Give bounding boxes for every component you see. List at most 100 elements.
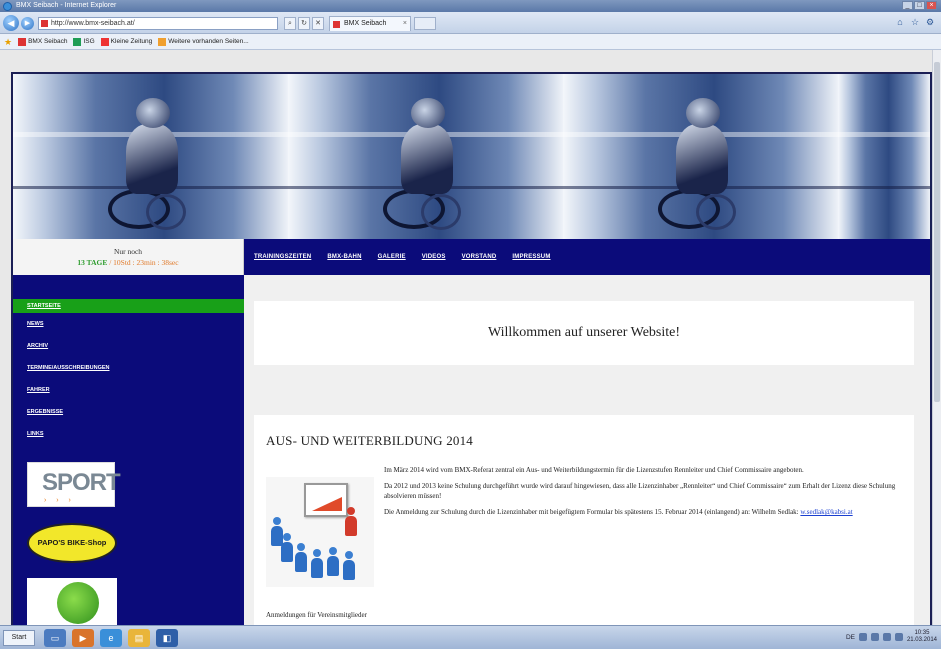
nav-link-videos[interactable]: VIDEOS bbox=[422, 254, 446, 260]
presenter-icon bbox=[344, 507, 358, 537]
nav-link-impressum[interactable]: IMPRESSUM bbox=[512, 254, 550, 260]
address-bar[interactable]: http://www.bmx-seibach.at/ bbox=[38, 17, 278, 30]
media-player-icon[interactable]: ▶ bbox=[72, 629, 94, 647]
green-circle-logo-icon bbox=[57, 582, 99, 624]
favorite-item[interactable]: ISG bbox=[73, 34, 95, 50]
favorites-star-icon[interactable]: ★ bbox=[4, 34, 12, 50]
header-banner bbox=[13, 74, 930, 239]
tab-title: BMX Seibach bbox=[344, 20, 387, 27]
address-text: http://www.bmx-seibach.at/ bbox=[51, 20, 135, 27]
countdown-days: 13 TAGE bbox=[77, 258, 108, 267]
article-paragraph: Im März 2014 wird vom BMX-Referat zentra… bbox=[384, 466, 804, 474]
website-frame: Nur noch 13 TAGE / 10Std : 23min : 38sec… bbox=[11, 72, 932, 625]
window-titlebar: BMX Seibach - Internet Explorer _ □ × bbox=[0, 0, 941, 12]
main-content: Willkommen auf unserer Website! AUS- UND… bbox=[254, 283, 922, 625]
ie-logo-icon bbox=[3, 2, 12, 11]
scrollbar-thumb[interactable] bbox=[934, 62, 940, 402]
page-scrollbar[interactable] bbox=[932, 50, 941, 625]
favorite-icon bbox=[100, 37, 109, 46]
sidebar-item-links[interactable]: LINKS bbox=[13, 423, 244, 445]
browser-right-icons: ⌂ ☆ ⚙ bbox=[895, 17, 935, 27]
article-paragraph: Die Anmeldung zur Schulung durch die Liz… bbox=[384, 508, 853, 516]
tab-favicon-icon bbox=[333, 21, 340, 28]
top-navigation: TRAININGSZEITEN BMX-BAHN GALERIE VIDEOS … bbox=[244, 239, 930, 275]
banner-image bbox=[838, 74, 930, 239]
folder-icon[interactable]: ▤ bbox=[128, 629, 150, 647]
browser-navbar: ◀ ▶ http://www.bmx-seibach.at/ ⌕ ↻ ✕ BMX… bbox=[0, 12, 941, 34]
back-icon[interactable]: ◀ bbox=[3, 15, 19, 31]
sponsor-logo-green[interactable] bbox=[27, 578, 117, 625]
sponsor-logo-papos[interactable]: PAPO'S BIKE-Shop bbox=[27, 523, 117, 563]
article-body: Im März 2014 wird vom BMX-Referat zentra… bbox=[384, 465, 904, 523]
favorite-item[interactable]: Weitere vorhanden Seiten... bbox=[158, 34, 249, 50]
window-title: BMX Seibach - Internet Explorer bbox=[16, 2, 117, 9]
internet-explorer-icon[interactable]: e bbox=[100, 629, 122, 647]
welcome-heading: Willkommen auf unserer Website! bbox=[254, 301, 914, 365]
close-button[interactable]: × bbox=[926, 1, 937, 10]
sidebar: STARTSEITE NEWS ARCHIV TERMINE/AUSSCHREI… bbox=[13, 275, 244, 625]
gear-icon[interactable]: ⚙ bbox=[925, 17, 935, 27]
article-paragraph: Da 2012 und 2013 keine Schulung durchgef… bbox=[384, 482, 896, 500]
article-footer-text: Anmeldungen für Vereinsmitglieder bbox=[266, 611, 367, 619]
article-title: AUS- UND WEITERBILDUNG 2014 bbox=[266, 433, 474, 448]
audience-icon bbox=[326, 547, 340, 577]
nav-link-galerie[interactable]: GALERIE bbox=[378, 254, 406, 260]
sponsor-logo-sport[interactable]: SPORT › › › bbox=[27, 462, 121, 507]
star-icon[interactable]: ☆ bbox=[910, 17, 920, 27]
favorite-item[interactable]: BMX Seibach bbox=[18, 34, 67, 50]
language-indicator[interactable]: DE bbox=[846, 634, 855, 641]
volume-icon[interactable] bbox=[894, 633, 903, 641]
new-tab-button[interactable] bbox=[414, 17, 436, 30]
audience-icon bbox=[280, 533, 294, 563]
network-icon[interactable] bbox=[882, 633, 891, 641]
nav-link-trainingszeiten[interactable]: TRAININGSZEITEN bbox=[254, 254, 311, 260]
browser-tab[interactable]: BMX Seibach × bbox=[329, 16, 411, 31]
favorite-icon bbox=[73, 37, 82, 46]
show-desktop-icon[interactable]: ▭ bbox=[44, 629, 66, 647]
countdown-label: Nur noch bbox=[113, 247, 143, 256]
windows-taskbar: Start ▭ ▶ e ▤ ◧ DE 10:35 21.03.2014 bbox=[0, 625, 941, 649]
forward-icon[interactable]: ▶ bbox=[21, 17, 34, 30]
favorite-icon bbox=[18, 37, 27, 46]
news-article: AUS- UND WEITERBILDUNG 2014 Im März 2014… bbox=[254, 415, 914, 625]
audience-icon bbox=[342, 551, 356, 581]
page-viewport: Nur noch 13 TAGE / 10Std : 23min : 38sec… bbox=[0, 50, 941, 625]
address-tools: ⌕ ↻ ✕ bbox=[284, 17, 324, 30]
stop-icon[interactable]: ✕ bbox=[312, 17, 324, 30]
sidebar-item-news[interactable]: NEWS bbox=[13, 313, 244, 335]
favorite-item[interactable]: Kleine Zeitung bbox=[100, 34, 152, 50]
sidebar-item-fahrer[interactable]: FAHRER bbox=[13, 379, 244, 401]
nav-link-vorstand[interactable]: VORSTAND bbox=[462, 254, 497, 260]
tab-close-icon[interactable]: × bbox=[403, 17, 407, 31]
tray-icon[interactable] bbox=[858, 633, 867, 641]
email-link[interactable]: w.sedlak@kabsi.at bbox=[800, 508, 852, 516]
maximize-button[interactable]: □ bbox=[914, 1, 925, 10]
banner-image bbox=[288, 74, 563, 239]
sidebar-item-ergebnisse[interactable]: ERGEBNISSE bbox=[13, 401, 244, 423]
presentation-board-icon bbox=[304, 483, 348, 517]
clock[interactable]: 10:35 21.03.2014 bbox=[907, 630, 937, 644]
nav-link-bmx-bahn[interactable]: BMX-BAHN bbox=[327, 254, 361, 260]
favorite-icon bbox=[158, 37, 167, 46]
start-button[interactable]: Start bbox=[3, 630, 35, 646]
countdown-box: Nur noch 13 TAGE / 10Std : 23min : 38sec bbox=[13, 239, 244, 275]
banner-image bbox=[563, 74, 838, 239]
sidebar-item-termine[interactable]: TERMINE/AUSSCHREIBUNGEN bbox=[13, 357, 244, 379]
arrows-icon: › › › bbox=[44, 497, 75, 504]
minimize-button[interactable]: _ bbox=[902, 1, 913, 10]
tray-icon[interactable] bbox=[870, 633, 879, 641]
audience-icon bbox=[294, 543, 308, 573]
favorites-bar: ★ BMX Seibach ISG Kleine Zeitung Weitere… bbox=[0, 34, 941, 50]
countdown-time: / 10Std : 23min : 38sec bbox=[109, 258, 179, 267]
site-favicon-icon bbox=[41, 20, 48, 27]
sidebar-item-archiv[interactable]: ARCHIV bbox=[13, 335, 244, 357]
home-icon[interactable]: ⌂ bbox=[895, 17, 905, 27]
search-icon[interactable]: ⌕ bbox=[284, 17, 296, 30]
sidebar-item-startseite[interactable]: STARTSEITE bbox=[13, 299, 244, 313]
audience-icon bbox=[310, 549, 324, 579]
training-illustration bbox=[266, 477, 374, 587]
banner-image bbox=[13, 74, 288, 239]
refresh-icon[interactable]: ↻ bbox=[298, 17, 310, 30]
app-icon[interactable]: ◧ bbox=[156, 629, 178, 647]
system-tray: DE 10:35 21.03.2014 bbox=[846, 630, 937, 644]
